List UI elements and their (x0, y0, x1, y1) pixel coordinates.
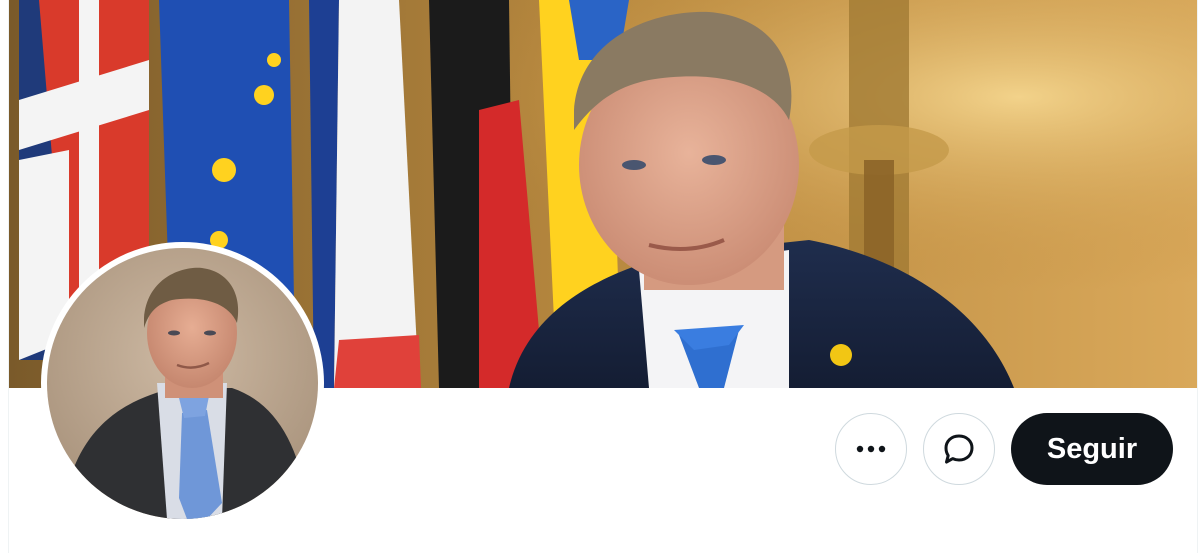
profile-header: Seguir (0, 0, 1198, 553)
follow-button[interactable]: Seguir (1011, 413, 1173, 485)
profile-avatar[interactable] (41, 242, 324, 525)
avatar-photo (47, 248, 318, 519)
more-options-button[interactable] (835, 413, 907, 485)
more-dots-icon (856, 445, 886, 453)
message-button[interactable] (923, 413, 995, 485)
message-bubble-icon (944, 434, 974, 464)
follow-button-label: Seguir (1046, 432, 1138, 465)
